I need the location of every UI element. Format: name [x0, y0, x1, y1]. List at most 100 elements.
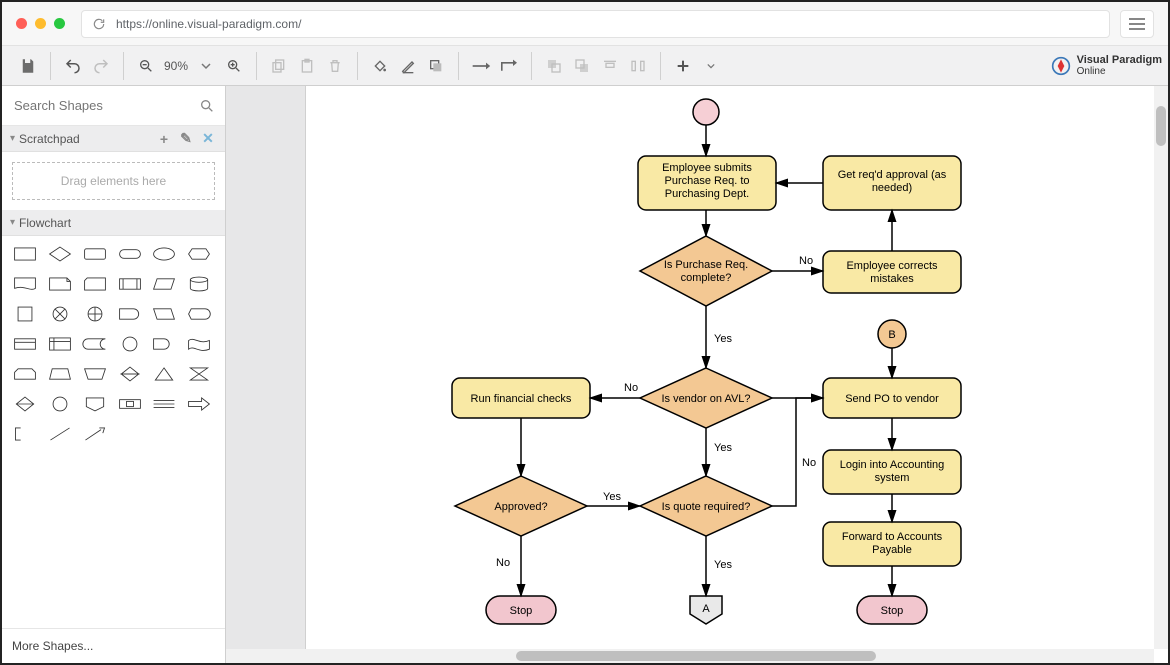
shape-parallelogram2[interactable]	[151, 304, 177, 324]
line-color-button[interactable]	[394, 52, 422, 80]
shape-storage[interactable]	[12, 334, 38, 354]
reload-icon[interactable]	[92, 17, 106, 31]
vertical-scrollbar[interactable]	[1154, 86, 1168, 649]
shape-circle-plus[interactable]	[82, 304, 108, 324]
shape-note[interactable]	[47, 274, 73, 294]
scroll-thumb[interactable]	[516, 651, 876, 661]
shape-ellipse[interactable]	[151, 244, 177, 264]
shape-cylinder[interactable]	[186, 274, 212, 294]
shape-circle-x[interactable]	[47, 304, 73, 324]
shape-diamond[interactable]	[47, 244, 73, 264]
shape-line[interactable]	[47, 424, 73, 444]
search-icon[interactable]	[199, 98, 215, 114]
more-shapes-link[interactable]: More Shapes...	[2, 628, 225, 663]
shape-manual-op[interactable]	[82, 364, 108, 384]
zoom-in-button[interactable]	[220, 52, 248, 80]
brand-logo[interactable]: Visual ParadigmOnline	[1051, 54, 1162, 77]
node-stop1[interactable]: Stop	[486, 596, 556, 624]
node-avl[interactable]: Is vendor on AVL?	[640, 368, 772, 428]
shape-card[interactable]	[82, 274, 108, 294]
shape-rounded-rect[interactable]	[82, 244, 108, 264]
shape-merge[interactable]	[12, 394, 38, 414]
shape-document[interactable]	[12, 274, 38, 294]
shape-subprocess[interactable]	[117, 394, 143, 414]
node-submit[interactable]: Employee submitsPurchase Req. toPurchasi…	[638, 156, 776, 210]
shape-square[interactable]	[12, 304, 38, 324]
undo-button[interactable]	[59, 52, 87, 80]
zoom-out-button[interactable]	[132, 52, 160, 80]
node-complete[interactable]: Is Purchase Req.complete?	[640, 236, 772, 306]
zoom-level[interactable]: 90%	[160, 59, 192, 73]
node-quote[interactable]: Is quote required?	[640, 476, 772, 536]
node-approved[interactable]: Approved?	[455, 476, 587, 536]
flowchart-section-header[interactable]: ▾ Flowchart	[2, 210, 225, 236]
waypoints-button[interactable]	[495, 52, 523, 80]
add-scratch-icon[interactable]: +	[155, 131, 173, 147]
distribute-button[interactable]	[624, 52, 652, 80]
node-start[interactable]	[693, 99, 719, 125]
shape-arrow-line[interactable]	[82, 424, 108, 444]
node-finchecks[interactable]: Run financial checks	[452, 378, 590, 418]
node-sendpo[interactable]: Send PO to vendor	[823, 378, 961, 418]
to-front-button[interactable]	[540, 52, 568, 80]
close-window-icon[interactable]	[16, 18, 27, 29]
fill-color-button[interactable]	[366, 52, 394, 80]
node-stop2[interactable]: Stop	[857, 596, 927, 624]
connection-style-button[interactable]	[467, 52, 495, 80]
node-b[interactable]: B	[878, 320, 906, 348]
shape-stored-data[interactable]	[82, 334, 108, 354]
shape-rectangle[interactable]	[12, 244, 38, 264]
shape-circle-outline[interactable]	[117, 334, 143, 354]
shape-d-shape[interactable]	[151, 334, 177, 354]
shape-predefined[interactable]	[117, 274, 143, 294]
shape-hexagon[interactable]	[186, 244, 212, 264]
shape-display[interactable]	[186, 304, 212, 324]
node-corrects[interactable]: Employee correctsmistakes	[823, 251, 961, 293]
shape-trapezoid[interactable]	[47, 364, 73, 384]
maximize-window-icon[interactable]	[54, 18, 65, 29]
shadow-button[interactable]	[422, 52, 450, 80]
close-scratch-icon[interactable]: ✕	[199, 130, 217, 147]
shape-offpage[interactable]	[82, 394, 108, 414]
node-forward[interactable]: Forward to AccountsPayable	[823, 522, 961, 566]
flowchart-svg[interactable]: Employee submitsPurchase Req. toPurchasi…	[306, 86, 1168, 663]
redo-button[interactable]	[87, 52, 115, 80]
node-login[interactable]: Login into Accountingsystem	[823, 450, 961, 494]
to-back-button[interactable]	[568, 52, 596, 80]
shape-arrow[interactable]	[186, 394, 212, 414]
save-button[interactable]	[14, 52, 42, 80]
horizontal-scrollbar[interactable]	[226, 649, 1154, 663]
scroll-thumb[interactable]	[1156, 106, 1166, 146]
shape-circle2[interactable]	[47, 394, 73, 414]
shape-collate[interactable]	[186, 364, 212, 384]
scratchpad-dropzone[interactable]: Drag elements here	[12, 162, 215, 200]
shape-parallelogram[interactable]	[151, 274, 177, 294]
edit-scratch-icon[interactable]: ✎	[177, 130, 195, 147]
shape-terminator[interactable]	[117, 244, 143, 264]
diagram-canvas[interactable]: Employee submitsPurchase Req. toPurchasi…	[306, 86, 1168, 663]
canvas-area[interactable]: Employee submitsPurchase Req. toPurchasi…	[226, 86, 1168, 663]
shape-sort[interactable]	[117, 364, 143, 384]
minimize-window-icon[interactable]	[35, 18, 46, 29]
scratchpad-header[interactable]: ▾ Scratchpad + ✎ ✕	[2, 126, 225, 152]
browser-menu-button[interactable]	[1120, 10, 1154, 38]
delete-button[interactable]	[321, 52, 349, 80]
window-controls[interactable]	[16, 18, 65, 29]
shape-parallel[interactable]	[151, 394, 177, 414]
node-a[interactable]: A	[690, 596, 722, 624]
add-dropdown[interactable]	[697, 52, 725, 80]
node-approval[interactable]: Get req'd approval (asneeded)	[823, 156, 961, 210]
shape-loop-limit[interactable]	[12, 364, 38, 384]
shape-tape[interactable]	[186, 334, 212, 354]
zoom-dropdown[interactable]	[192, 52, 220, 80]
copy-button[interactable]	[265, 52, 293, 80]
align-button[interactable]	[596, 52, 624, 80]
shape-delay[interactable]	[117, 304, 143, 324]
shape-internal-storage[interactable]	[47, 334, 73, 354]
address-bar[interactable]: https://online.visual-paradigm.com/	[81, 10, 1110, 38]
shape-extract[interactable]	[151, 364, 177, 384]
add-button[interactable]	[669, 52, 697, 80]
shape-annotation[interactable]	[12, 424, 38, 444]
paste-button[interactable]	[293, 52, 321, 80]
search-input[interactable]	[12, 97, 199, 114]
